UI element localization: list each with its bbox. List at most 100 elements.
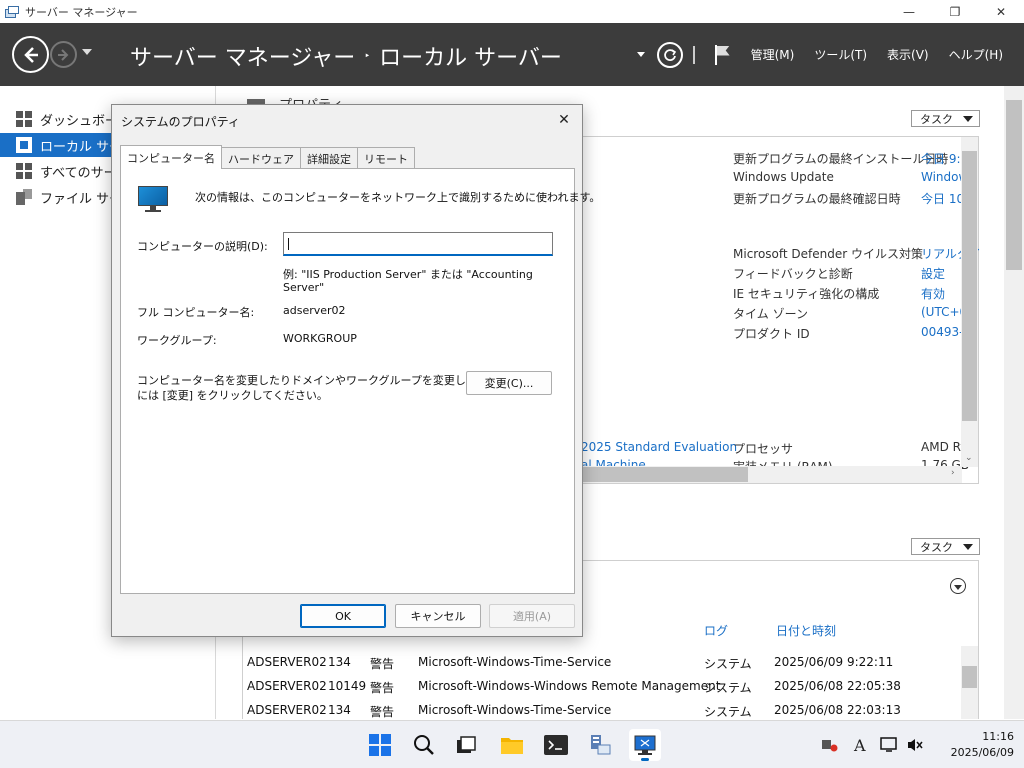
change-button[interactable]: 変更(C)... (466, 371, 552, 395)
server-manager-taskbar-button[interactable] (584, 729, 616, 761)
events-scrollbar[interactable] (961, 646, 978, 719)
properties-vertical-scrollbar[interactable]: ⌄ (961, 137, 978, 467)
example-text-line1: 例: "IIS Production Server" または "Accounti… (283, 268, 533, 281)
computer-description-field[interactable] (283, 232, 553, 256)
system-properties-taskbar-button[interactable] (629, 729, 661, 761)
apply-button[interactable]: 適用(A) (489, 604, 575, 628)
workgroup-label: ワークグループ: (137, 334, 217, 347)
scroll-thumb[interactable] (1006, 100, 1022, 270)
prop-label: プロダクト ID (733, 327, 810, 341)
task-view-button[interactable] (450, 729, 482, 761)
arrow-left-icon (23, 46, 38, 63)
tab-computer-name[interactable]: コンピューター名 (120, 145, 222, 169)
tab-hardware[interactable]: ハードウェア (221, 147, 301, 169)
clock-date: 2025/06/09 (950, 746, 1014, 759)
processor-label: プロセッサ (733, 442, 794, 456)
cell-server: ADSERVER02 (247, 655, 327, 669)
clock[interactable]: 11:16 2025/06/09 (951, 729, 1014, 761)
system-tray: A (820, 721, 924, 768)
breadcrumb-root[interactable]: サーバー マネージャー (130, 40, 355, 72)
menu-tools[interactable]: ツール(T) (814, 46, 867, 63)
rename-text-line2: には [変更] をクリックしてください。 (137, 389, 328, 402)
prop-value-link[interactable]: 設定 (921, 265, 945, 282)
collapse-toggle-icon[interactable] (950, 578, 966, 594)
refresh-button[interactable] (656, 41, 683, 68)
info-text: 次の情報は、このコンピューターをネットワーク上で識別するために使われます。 (195, 191, 601, 204)
breadcrumb: サーバー マネージャー ‣ ローカル サーバー (130, 40, 562, 72)
breadcrumb-current: ローカル サーバー (379, 46, 562, 71)
prop-label: 更新プログラムの最終インストール日時 (733, 152, 949, 166)
cell-source: Microsoft-Windows-Time-Service (418, 703, 612, 717)
menu-view[interactable]: 表示(V) (887, 46, 929, 63)
prop-value-link[interactable]: 有効 (921, 285, 945, 302)
restore-button[interactable]: ❐ (932, 0, 978, 23)
scroll-thumb[interactable] (583, 467, 748, 482)
prop-label: 更新プログラムの最終確認日時 (733, 192, 901, 206)
header: サーバー マネージャー ‣ ローカル サーバー 管理(M) ツール(T) 表示(… (0, 23, 1024, 86)
terminal-button[interactable] (540, 729, 572, 761)
cell-datetime: 2025/06/09 9:22:11 (774, 655, 894, 669)
main-vertical-scrollbar[interactable] (1004, 86, 1024, 719)
minimize-button[interactable]: — (886, 0, 932, 23)
os-version-link[interactable]: 2025 Standard Evaluation (581, 440, 737, 454)
full-name-label: フル コンピューター名: (137, 306, 255, 319)
chevron-down-icon[interactable]: ⌄ (965, 453, 973, 463)
cancel-button[interactable]: キャンセル (395, 604, 481, 628)
close-button[interactable]: ✕ (978, 0, 1024, 23)
cell-source: Microsoft-Windows-Windows Remote Managem… (418, 679, 721, 693)
computer-monitor-icon (138, 186, 168, 214)
rename-text-line1: コンピューター名を変更したりドメインやワークグループを変更したりする (137, 374, 510, 387)
events-task-button[interactable]: タスク (911, 538, 980, 555)
table-row[interactable]: ADSERVER02 134 警告 Microsoft-Windows-Time… (243, 655, 963, 673)
scroll-thumb[interactable] (962, 151, 977, 421)
menu-manage[interactable]: 管理(M) (751, 46, 795, 63)
back-button[interactable] (12, 36, 49, 73)
network-icon[interactable] (879, 736, 900, 754)
task-view-icon (457, 736, 476, 753)
all-servers-icon (16, 163, 32, 179)
scroll-thumb[interactable] (962, 666, 977, 688)
cell-datetime: 2025/06/08 22:03:13 (774, 703, 901, 717)
start-icon (369, 734, 391, 756)
file-services-icon (16, 189, 32, 205)
column-header-log[interactable]: ログ (704, 622, 728, 639)
dialog-close-button[interactable]: ✕ (552, 109, 576, 131)
file-explorer-icon (501, 738, 523, 754)
ok-button[interactable]: OK (300, 604, 386, 628)
search-button[interactable] (408, 729, 440, 761)
bluetooth-devices-icon[interactable] (820, 736, 840, 754)
window-title: サーバー マネージャー (25, 5, 138, 19)
prop-value-link[interactable]: 今日 10 (921, 190, 964, 207)
menu-help[interactable]: ヘルプ(H) (949, 46, 1003, 63)
example-text-line2: Server" (283, 281, 325, 294)
forward-button[interactable] (50, 41, 77, 68)
file-explorer-button[interactable] (496, 729, 528, 761)
text-caret (288, 238, 289, 250)
chevron-right-icon[interactable]: › (951, 468, 955, 478)
cell-server: ADSERVER02 (247, 679, 327, 693)
terminal-icon (544, 735, 568, 755)
properties-task-button[interactable]: タスク (911, 110, 980, 127)
column-header-datetime[interactable]: 日付と時刻 (776, 622, 836, 639)
tab-remote[interactable]: リモート (357, 147, 415, 169)
breadcrumb-separator: ‣ (364, 50, 371, 62)
header-dropdown-icon[interactable] (636, 52, 645, 57)
history-dropdown-icon[interactable] (82, 49, 92, 55)
table-row[interactable]: ADSERVER02 10149 警告 Microsoft-Windows-Wi… (243, 679, 963, 697)
ime-indicator[interactable]: A (854, 736, 866, 755)
cell-log: システム (704, 705, 752, 719)
local-server-icon (16, 137, 32, 153)
system-properties-dialog: システムのプロパティ ✕ コンピューター名 ハードウェア 詳細設定 リモート 次… (111, 104, 600, 637)
notifications-flag-icon[interactable] (713, 44, 731, 65)
workgroup-value: WORKGROUP (283, 332, 357, 345)
volume-muted-icon[interactable] (906, 736, 924, 754)
dialog-tabs: コンピューター名 ハードウェア 詳細設定 リモート (120, 145, 415, 169)
clock-time: 11:16 (982, 730, 1014, 743)
description-label: コンピューターの説明(D): (137, 240, 268, 253)
prop-label: IE セキュリティ強化の構成 (733, 287, 880, 301)
tab-advanced[interactable]: 詳細設定 (300, 147, 358, 169)
taskbar: A 11:16 2025/06/09 (0, 720, 1024, 768)
table-row[interactable]: ADSERVER02 134 警告 Microsoft-Windows-Time… (243, 703, 963, 719)
computer-description-input[interactable] (284, 233, 552, 254)
start-button[interactable] (364, 729, 396, 761)
